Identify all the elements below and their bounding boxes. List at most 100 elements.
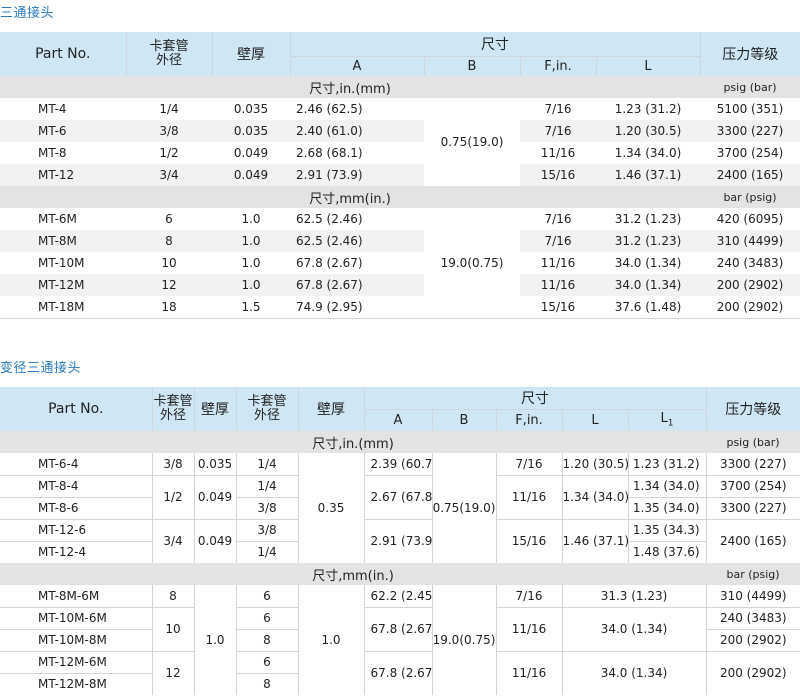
part-no: MT-8-6 <box>0 497 152 520</box>
dim-f: 15/16 <box>520 296 596 319</box>
dim-a: 67.8 (2.67) <box>364 607 433 652</box>
part-no: MT-8-4 <box>0 475 152 498</box>
wall: 1.0 <box>212 230 290 252</box>
part-no: MT-4 <box>0 98 126 120</box>
col-f: F,in. <box>496 409 563 431</box>
pressure: 3300 (227) <box>706 497 800 520</box>
dim-a: 67.8 (2.67) <box>290 274 424 296</box>
pressure: 5100 (351) <box>700 98 800 120</box>
table-row: MT-12M 12 1.0 67.8 (2.67) 11/16 34.0 (1.… <box>0 274 800 296</box>
pressure: 3700 (254) <box>706 475 800 498</box>
od-1: 3/4 <box>151 519 195 563</box>
od: 1/4 <box>126 98 212 120</box>
part-no: MT-6M <box>0 208 126 230</box>
dim-f: 7/16 <box>496 585 563 608</box>
band-mm-unit: bar (psig) <box>700 186 800 208</box>
tee-table: Part No. 卡套管 外径 壁厚 尺寸 压力等级 A B F,in. L 尺… <box>0 32 800 319</box>
od-2: 6 <box>236 607 299 630</box>
part-no: MT-8 <box>0 142 126 164</box>
pressure: 240 (3483) <box>700 252 800 274</box>
dim-a: 67.8 (2.67) <box>364 651 433 695</box>
dim-f: 11/16 <box>496 475 563 520</box>
table-row: MT-12 3/4 0.049 2.91 (73.9) 15/16 1.46 (… <box>0 164 800 186</box>
dim-f: 11/16 <box>496 651 563 695</box>
dim-a: 2.46 (62.5) <box>290 98 424 120</box>
table-row: MT-10M 10 1.0 67.8 (2.67) 11/16 34.0 (1.… <box>0 252 800 274</box>
band-mm-unit: bar (psig) <box>706 563 800 585</box>
od-1: 1/2 <box>151 475 195 520</box>
wall: 0.035 <box>212 120 290 142</box>
table-row: MT-12-6 3/4 0.049 3/8 2.91 (73.9) 15/16 … <box>0 519 800 563</box>
wall: 0.049 <box>212 164 290 186</box>
col-b: B <box>432 409 497 431</box>
part-no: MT-12-4 <box>0 541 152 563</box>
od: 3/8 <box>126 120 212 142</box>
dim-l: 1.34 (34.0) <box>562 475 629 520</box>
table-row: MT-6-4 3/8 0.035 1/4 0.35 2.39 (60.7) 0.… <box>0 453 800 563</box>
dim-l: 34.0 (1.34) <box>596 252 700 274</box>
col-dimensions: 尺寸 <box>364 387 707 410</box>
dim-b: 0.75(19.0) <box>424 98 520 186</box>
od: 1/2 <box>126 142 212 164</box>
col-wall-2: 壁厚 <box>298 387 365 431</box>
section-title-reducing-tee: 变径三通接头 <box>0 361 82 376</box>
dim-l: 34.0 (1.34) <box>596 274 700 296</box>
dim-a: 62.5 (2.46) <box>290 230 424 252</box>
dim-f: 7/16 <box>520 230 596 252</box>
od-2: 1/4 <box>236 541 299 563</box>
wall-1: 1.0 <box>194 585 237 695</box>
dim-l1: 1.35 (34.3) <box>628 519 707 542</box>
pressure: 2400 (165) <box>700 164 800 186</box>
band-inch: 尺寸,in.(mm) <box>0 431 707 453</box>
col-part-no: Part No. <box>0 387 153 431</box>
od: 12 <box>126 274 212 296</box>
wall: 1.0 <box>212 208 290 230</box>
part-no: MT-10M-8M <box>0 629 152 652</box>
wall: 1.0 <box>212 274 290 296</box>
part-no: MT-6 <box>0 120 126 142</box>
pressure: 200 (2902) <box>700 296 800 319</box>
col-b: B <box>424 56 521 76</box>
part-no: MT-8M <box>0 230 126 252</box>
col-pressure: 压力等级 <box>706 387 800 431</box>
dim-f: 7/16 <box>520 208 596 230</box>
col-wall: 壁厚 <box>212 32 291 76</box>
wall: 1.0 <box>212 252 290 274</box>
pressure: 200 (2902) <box>700 274 800 296</box>
table-row: MT-6 3/8 0.035 2.40 (61.0) 7/16 1.20 (30… <box>0 120 800 142</box>
dim-l: 1.34 (34.0) <box>596 142 700 164</box>
dim-l-merged: 31.3 (1.23) <box>562 585 707 608</box>
od-2: 6 <box>236 585 299 608</box>
band-inch-unit: psig (bar) <box>706 431 800 453</box>
dim-f: 11/16 <box>520 274 596 296</box>
col-tube-od: 卡套管 外径 <box>126 32 213 76</box>
pressure: 240 (3483) <box>706 607 800 630</box>
dim-a: 2.91 (73.9) <box>364 519 433 563</box>
section-title-tee: 三通接头 <box>0 6 55 21</box>
od-1: 3/8 <box>151 453 195 476</box>
dim-f: 15/16 <box>520 164 596 186</box>
wall-1: 0.035 <box>194 453 237 476</box>
pressure: 3300 (227) <box>706 453 800 476</box>
col-pressure: 压力等级 <box>700 32 800 76</box>
table-row: MT-8 1/2 0.049 2.68 (68.1) 11/16 1.34 (3… <box>0 142 800 164</box>
pressure: 310 (4499) <box>700 230 800 252</box>
dim-b: 19.0(0.75) <box>432 585 497 695</box>
dim-a: 2.39 (60.7) <box>364 453 433 476</box>
table-row: MT-10M-6M 10 6 67.8 (2.67) 11/16 34.0 (1… <box>0 607 800 652</box>
wall-1: 0.049 <box>194 519 237 563</box>
dim-l: 1.46 (37.1) <box>562 519 629 563</box>
dim-f: 7/16 <box>520 98 596 120</box>
col-f: F,in. <box>520 56 597 76</box>
od-2: 8 <box>236 673 299 695</box>
col-l1-label: L <box>660 411 668 427</box>
part-no: MT-10M <box>0 252 126 274</box>
table-row: MT-8M 8 1.0 62.5 (2.46) 7/16 31.2 (1.23)… <box>0 230 800 252</box>
od: 8 <box>126 230 212 252</box>
part-no: MT-6-4 <box>0 453 152 476</box>
od: 18 <box>126 296 212 319</box>
dim-f: 11/16 <box>496 607 563 652</box>
dim-l: 1.23 (31.2) <box>596 98 700 120</box>
dim-f: 15/16 <box>496 519 563 563</box>
wall: 0.049 <box>212 142 290 164</box>
